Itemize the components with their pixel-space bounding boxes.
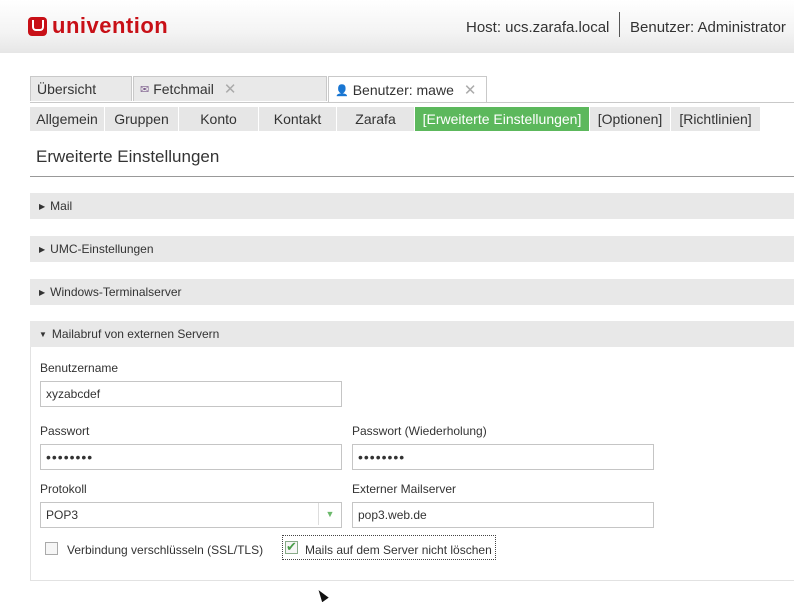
section-mailabruf[interactable]: ▼ Mailabruf von externen Servern (30, 321, 794, 347)
caret-right-icon: ▶ (39, 201, 46, 211)
mouse-cursor-icon (315, 587, 329, 602)
user-label: Benutzer: Administrator (630, 19, 786, 36)
subtab-zarafa[interactable]: Zarafa (337, 107, 415, 131)
module-tabbar: Übersicht ✉ Fetchmail ✕ 👤 Benutzer: mawe… (30, 76, 488, 103)
tabbar-divider (30, 102, 794, 103)
section-windows-terminalserver[interactable]: ▶ Windows-Terminalserver (30, 279, 794, 305)
password-label: Passwort (40, 424, 90, 438)
subtab-gruppen[interactable]: Gruppen (105, 107, 179, 131)
keep-mails-label: Mails auf dem Server nicht löschen (305, 543, 492, 557)
keep-mails-checkbox[interactable] (285, 539, 298, 555)
close-icon[interactable]: ✕ (464, 81, 477, 99)
subtab-erweiterte-einstellungen[interactable]: [Erweiterte Einstellungen] (415, 107, 590, 131)
tab-user-mawe[interactable]: 👤 Benutzer: mawe ✕ (328, 76, 487, 103)
tab-label: Benutzer: mawe (352, 82, 454, 98)
tab-fetchmail[interactable]: ✉ Fetchmail ✕ (133, 76, 327, 101)
subtab-kontakt[interactable]: Kontakt (259, 107, 337, 131)
title-divider (30, 176, 794, 177)
close-icon[interactable]: ✕ (224, 80, 237, 98)
protocol-value: POP3 (46, 508, 79, 522)
section-mail[interactable]: ▶ Mail (30, 193, 794, 219)
password-input[interactable]: •••••••• (40, 444, 342, 470)
section-label: Mail (50, 199, 73, 213)
tab-label: Übersicht (37, 81, 97, 97)
user-subtabs: Allgemein Gruppen Konto Kontakt Zarafa [… (30, 107, 761, 131)
section-label: Mailabruf von externen Servern (51, 327, 220, 341)
subtab-konto[interactable]: Konto (179, 107, 259, 131)
caret-right-icon: ▶ (39, 287, 46, 297)
univention-logo-icon (28, 16, 47, 36)
section-label: UMC-Einstellungen (50, 242, 154, 256)
caret-right-icon: ▶ (39, 244, 46, 254)
ssl-checkbox[interactable] (45, 542, 58, 555)
header-divider (619, 12, 620, 37)
mail-icon: ✉ (140, 83, 150, 96)
chevron-down-icon[interactable]: ▼ (318, 503, 341, 525)
protocol-label: Protokoll (40, 482, 87, 496)
username-input[interactable] (40, 381, 342, 407)
password-repeat-label: Passwort (Wiederholung) (352, 424, 487, 438)
server-input[interactable] (352, 502, 654, 528)
subtab-optionen[interactable]: [Optionen] (590, 107, 671, 131)
ssl-label: Verbindung verschlüsseln (SSL/TLS) (67, 543, 264, 557)
caret-down-icon: ▼ (39, 329, 47, 339)
app-header: univention Host: ucs.zarafa.local Benutz… (0, 0, 794, 53)
univention-logo: univention (28, 13, 168, 39)
server-label: Externer Mailserver (352, 482, 457, 496)
section-umc-einstellungen[interactable]: ▶ UMC-Einstellungen (30, 236, 794, 262)
user-icon: 👤 (335, 84, 349, 97)
section-label: Windows-Terminalserver (50, 285, 182, 299)
subtab-richtlinien[interactable]: [Richtlinien] (671, 107, 761, 131)
tab-label: Fetchmail (153, 81, 214, 97)
password-repeat-input[interactable]: •••••••• (352, 444, 654, 470)
username-label: Benutzername (40, 361, 119, 375)
host-label: Host: ucs.zarafa.local (466, 19, 610, 36)
brand-name: univention (52, 13, 169, 38)
page-title: Erweiterte Einstellungen (36, 147, 220, 166)
subtab-allgemein[interactable]: Allgemein (30, 107, 105, 131)
tab-overview[interactable]: Übersicht (30, 76, 132, 101)
protocol-select[interactable]: POP3 ▼ (40, 502, 342, 528)
